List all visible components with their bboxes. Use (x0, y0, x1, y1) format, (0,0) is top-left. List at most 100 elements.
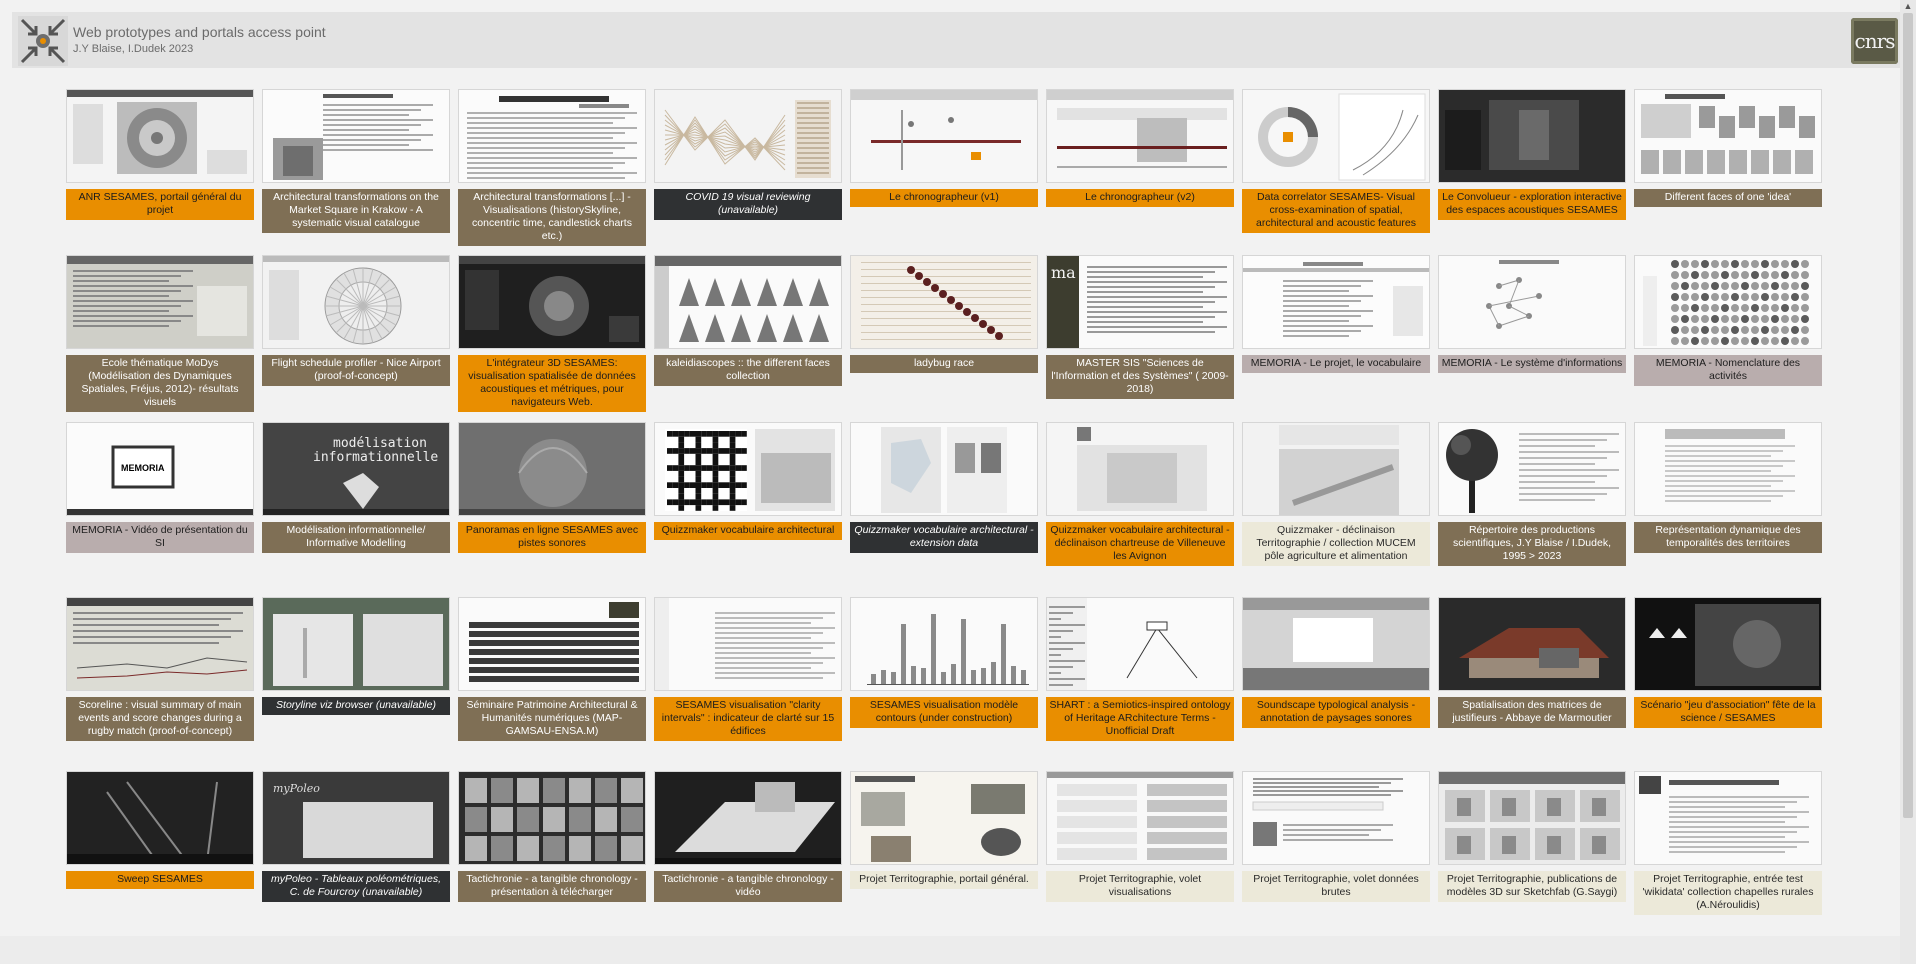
scroll-up-icon[interactable]: ▲ (1903, 0, 1913, 12)
prototype-card[interactable]: MEMORIA MEMORIA - Vidéo de présentation … (66, 422, 254, 553)
prototype-card[interactable]: Quizzmaker vocabulaire architectural - e… (850, 422, 1038, 553)
prototype-thumbnail[interactable] (850, 597, 1038, 691)
prototype-label[interactable]: MEMORIA - Le projet, le vocabulaire (1242, 355, 1430, 373)
prototype-thumbnail[interactable]: ma (1046, 255, 1234, 349)
prototype-thumbnail[interactable] (262, 597, 450, 691)
prototype-card[interactable]: Tactichronie - a tangible chronology - v… (654, 771, 842, 902)
prototype-card[interactable]: Séminaire Patrimoine Architectural & Hum… (458, 597, 646, 741)
prototype-label[interactable]: Soundscape typological analysis - annota… (1242, 697, 1430, 728)
prototype-label[interactable]: Modélisation informationnelle/ Informati… (262, 522, 450, 553)
prototype-card[interactable]: Quizzmaker vocabulaire architectural (654, 422, 842, 540)
prototype-card[interactable]: Projet Territographie, publications de m… (1438, 771, 1626, 902)
prototype-label[interactable]: Séminaire Patrimoine Architectural & Hum… (458, 697, 646, 741)
prototype-thumbnail[interactable] (1046, 771, 1234, 865)
prototype-card[interactable]: Répertoire des productions scientifiques… (1438, 422, 1626, 566)
scrollbar-thumb[interactable] (1903, 13, 1913, 818)
prototype-label[interactable]: Architectural transformations [...] - Vi… (458, 189, 646, 246)
prototype-label[interactable]: Le Convolueur - exploration interactive … (1438, 189, 1626, 220)
prototype-thumbnail[interactable]: MEMORIA (66, 422, 254, 516)
prototype-label[interactable]: kaleidiascopes :: the different faces co… (654, 355, 842, 386)
prototype-card[interactable]: MEMORIA - Nomenclature des activités (1634, 255, 1822, 386)
prototype-thumbnail[interactable] (1046, 422, 1234, 516)
prototype-thumbnail[interactable] (654, 771, 842, 865)
prototype-card[interactable]: Architectural transformations on the Mar… (262, 89, 450, 233)
prototype-card[interactable]: Projet Territographie, volet données bru… (1242, 771, 1430, 902)
prototype-card[interactable]: Data correlator SESAMES- Visual cross-ex… (1242, 89, 1430, 233)
prototype-thumbnail[interactable] (654, 255, 842, 349)
prototype-label[interactable]: MEMORIA - Nomenclature des activités (1634, 355, 1822, 386)
prototype-thumbnail[interactable] (1242, 597, 1430, 691)
prototype-label[interactable]: SHART : a Semiotics-inspired ontology of… (1046, 697, 1234, 741)
prototype-label[interactable]: Tactichronie - a tangible chronology - v… (654, 871, 842, 902)
prototype-card[interactable]: Quizzmaker - déclinaison Territographie … (1242, 422, 1430, 566)
prototype-card[interactable]: modélisation informationnelle Modélisati… (262, 422, 450, 553)
prototype-thumbnail[interactable] (458, 422, 646, 516)
prototype-card[interactable]: ma MASTER SIS "Sciences de l'Information… (1046, 255, 1234, 399)
prototype-thumbnail[interactable] (1438, 89, 1626, 183)
prototype-thumbnail[interactable] (1634, 89, 1822, 183)
prototype-card[interactable]: Flight schedule profiler - Nice Airport … (262, 255, 450, 386)
prototype-thumbnail[interactable] (1438, 597, 1626, 691)
prototype-label[interactable]: MEMORIA - Vidéo de présentation du SI (66, 522, 254, 553)
prototype-card[interactable]: Storyline viz browser (unavailable) (262, 597, 450, 715)
prototype-label[interactable]: Architectural transformations on the Mar… (262, 189, 450, 233)
prototype-thumbnail[interactable] (1242, 255, 1430, 349)
prototype-card[interactable]: Ecole thématique MoDys (Modélisation des… (66, 255, 254, 412)
cnrs-logo[interactable]: cnrs (1851, 18, 1898, 64)
prototype-card[interactable]: Projet Territographie, volet visualisati… (1046, 771, 1234, 902)
prototype-label[interactable]: Représentation dynamique des temporalité… (1634, 522, 1822, 553)
prototype-label[interactable]: ladybug race (850, 355, 1038, 373)
prototype-thumbnail[interactable] (1242, 422, 1430, 516)
prototype-thumbnail[interactable] (458, 771, 646, 865)
prototype-thumbnail[interactable] (1438, 422, 1626, 516)
prototype-card[interactable]: Spatialisation des matrices de justifieu… (1438, 597, 1626, 728)
prototype-label[interactable]: MASTER SIS "Sciences de l'Information et… (1046, 355, 1234, 399)
prototype-card[interactable]: Quizzmaker vocabulaire architectural - d… (1046, 422, 1234, 566)
prototype-label[interactable]: SESAMES visualisation modèle contours (u… (850, 697, 1038, 728)
prototype-card[interactable]: Architectural transformations [...] - Vi… (458, 89, 646, 246)
prototype-thumbnail[interactable]: myPoleo (262, 771, 450, 865)
prototype-label[interactable]: L'intégrateur 3D SESAMES: visualisation … (458, 355, 646, 412)
prototype-thumbnail[interactable] (654, 422, 842, 516)
prototype-card[interactable]: SESAMES visualisation modèle contours (u… (850, 597, 1038, 728)
prototype-thumbnail[interactable] (1634, 422, 1822, 516)
prototype-thumbnail[interactable] (1046, 597, 1234, 691)
prototype-label[interactable]: Panoramas en ligne SESAMES avec pistes s… (458, 522, 646, 553)
prototype-thumbnail[interactable] (66, 255, 254, 349)
prototype-card[interactable]: Panoramas en ligne SESAMES avec pistes s… (458, 422, 646, 553)
vertical-scrollbar[interactable]: ▲ (1900, 0, 1916, 964)
prototype-thumbnail[interactable] (850, 89, 1038, 183)
prototype-card[interactable]: Soundscape typological analysis - annota… (1242, 597, 1430, 728)
prototype-label[interactable]: MEMORIA - Le système d'informations (1438, 355, 1626, 373)
prototype-label[interactable]: ANR SESAMES, portail général du projet (66, 189, 254, 220)
prototype-card[interactable]: Tactichronie - a tangible chronology - p… (458, 771, 646, 902)
collapse-arrows-icon[interactable] (18, 16, 68, 66)
prototype-thumbnail[interactable] (850, 771, 1038, 865)
prototype-thumbnail[interactable] (1634, 597, 1822, 691)
prototype-card[interactable]: Le Convolueur - exploration interactive … (1438, 89, 1626, 220)
prototype-thumbnail[interactable] (1438, 255, 1626, 349)
prototype-card[interactable]: Scénario "jeu d'association" fête de la … (1634, 597, 1822, 728)
prototype-thumbnail[interactable] (1634, 255, 1822, 349)
prototype-thumbnail[interactable] (458, 597, 646, 691)
prototype-thumbnail[interactable] (1242, 89, 1430, 183)
prototype-card[interactable]: Scoreline : visual summary of main event… (66, 597, 254, 741)
prototype-card[interactable]: SHART : a Semiotics-inspired ontology of… (1046, 597, 1234, 741)
prototype-card[interactable]: Le chronographeur (v2) (1046, 89, 1234, 207)
prototype-thumbnail[interactable] (850, 422, 1038, 516)
prototype-label[interactable]: Projet Territographie, volet visualisati… (1046, 871, 1234, 902)
prototype-label[interactable]: Projet Territographie, publications de m… (1438, 871, 1626, 902)
prototype-label[interactable]: Le chronographeur (v2) (1046, 189, 1234, 207)
prototype-label[interactable]: Quizzmaker vocabulaire architectural - d… (1046, 522, 1234, 566)
prototype-thumbnail[interactable] (850, 255, 1038, 349)
prototype-thumbnail[interactable] (262, 255, 450, 349)
prototype-label[interactable]: Data correlator SESAMES- Visual cross-ex… (1242, 189, 1430, 233)
prototype-thumbnail[interactable] (1438, 771, 1626, 865)
prototype-card[interactable]: Projet Territographie, entrée test 'wiki… (1634, 771, 1822, 915)
prototype-card[interactable]: kaleidiascopes :: the different faces co… (654, 255, 842, 386)
prototype-card[interactable]: Different faces of one 'idea' (1634, 89, 1822, 207)
prototype-label[interactable]: Projet Territographie, volet données bru… (1242, 871, 1430, 902)
prototype-thumbnail[interactable] (654, 89, 842, 183)
prototype-card[interactable]: L'intégrateur 3D SESAMES: visualisation … (458, 255, 646, 412)
prototype-card[interactable]: Le chronographeur (v1) (850, 89, 1038, 207)
